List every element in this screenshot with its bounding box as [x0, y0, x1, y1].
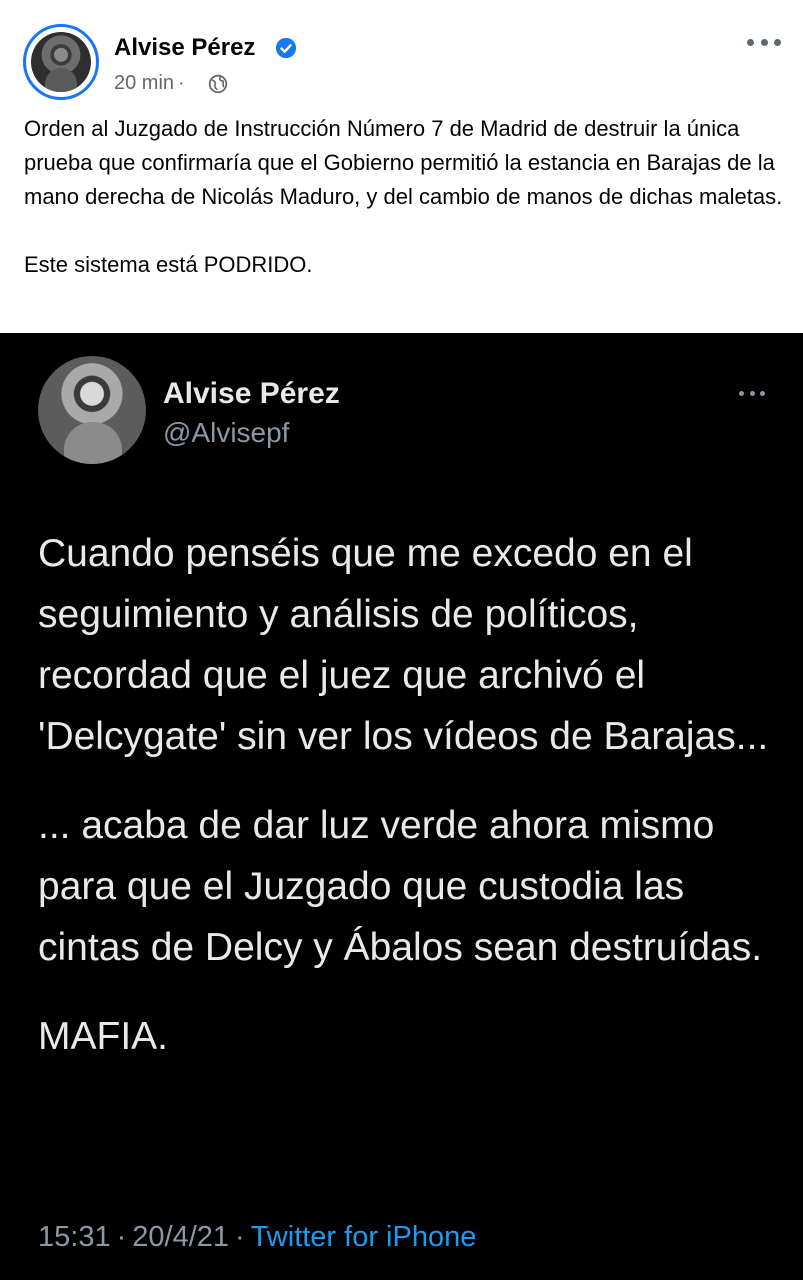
post-meta: 20 min · — [114, 72, 189, 95]
post-paragraph: Orden al Juzgado de Instrucción Número 7… — [24, 116, 783, 209]
tweet-more-icon — [739, 389, 765, 397]
author-name[interactable]: Alvise Pérez — [114, 34, 255, 62]
author-avatar[interactable] — [23, 24, 99, 100]
tweet-handle: @Alvisepf — [163, 417, 290, 448]
avatar-image — [31, 32, 91, 92]
footer-separator: · — [116, 1221, 127, 1253]
tweet-paragraph: Cuando penséis que me excedo en el segui… — [38, 532, 769, 758]
tweet-body: Cuando penséis que me excedo en el segui… — [38, 523, 778, 1067]
tweet-avatar — [38, 356, 146, 464]
footer-separator: · — [235, 1221, 245, 1253]
globe-icon[interactable] — [208, 74, 228, 94]
post-time[interactable]: 20 min — [114, 72, 174, 94]
tweet-paragraph: ... acaba de dar luz verde ahora mismo p… — [38, 804, 763, 969]
tweet-footer: 15:31 · 20/4/21 · Twitter for iPhone — [38, 1221, 476, 1254]
tweet-screenshot[interactable]: Alvise Pérez @Alvisepf Cuando penséis qu… — [0, 333, 803, 1280]
post-text: Orden al Juzgado de Instrucción Número 7… — [24, 112, 784, 282]
tweet-source: Twitter for iPhone — [250, 1221, 477, 1253]
tweet-date: 20/4/21 — [132, 1221, 230, 1253]
meta-separator: · — [178, 72, 185, 94]
post-paragraph: Este sistema está PODRIDO. — [24, 252, 313, 277]
tweet-time: 15:31 — [38, 1221, 111, 1253]
more-options-icon[interactable] — [747, 32, 781, 52]
tweet-author-name: Alvise Pérez — [163, 377, 340, 410]
post-header: Alvise Pérez 20 min · — [0, 0, 803, 110]
tweet-paragraph: MAFIA. — [38, 1015, 169, 1058]
verified-badge-icon — [275, 37, 297, 59]
